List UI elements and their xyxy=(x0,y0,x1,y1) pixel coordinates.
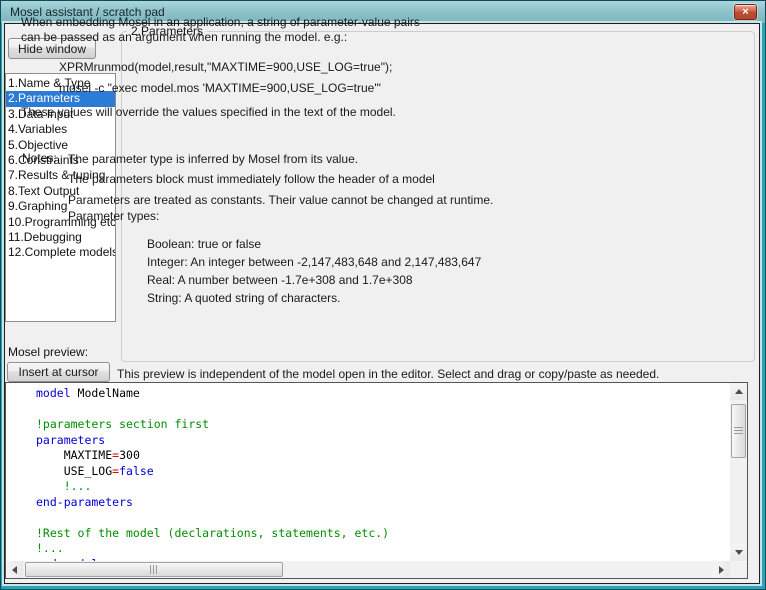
scrollbar-left-button[interactable] xyxy=(6,561,23,578)
parameter-types-list: Boolean: true or falseInteger: An intege… xyxy=(147,235,481,307)
code-token: !parameters section first xyxy=(36,417,209,431)
code-token: !... xyxy=(36,541,64,555)
listbox-item[interactable]: 4.Variables xyxy=(6,122,115,137)
intro-line: can be passed as an argument when runnin… xyxy=(21,30,420,45)
notes-list: The parameter type is inferred by Mosel … xyxy=(68,151,493,224)
scrollbar-down-button[interactable] xyxy=(730,544,747,561)
note-line: The parameters block must immediately fo… xyxy=(68,171,493,187)
mosel-assistant-window: Mosel assistant / scratch pad × Hide win… xyxy=(0,0,766,590)
preview-caption: This preview is independent of the model… xyxy=(117,367,659,381)
code-line xyxy=(36,510,730,526)
type-line: Real: A number between -1.7e+308 and 1.7… xyxy=(147,271,481,289)
scroll-left-icon xyxy=(12,566,17,574)
scroll-right-icon xyxy=(719,566,724,574)
code-line: !... xyxy=(36,479,730,495)
code-token: end-parameters xyxy=(36,495,133,509)
override-note: These values will override the values sp… xyxy=(21,105,396,119)
code-token: parameters xyxy=(36,433,105,447)
horizontal-scrollbar[interactable] xyxy=(6,561,730,578)
close-icon: × xyxy=(742,6,748,18)
note-line: Parameter types: xyxy=(68,208,493,224)
code-token: false xyxy=(119,464,154,478)
code-token: USE_LOG xyxy=(36,464,112,478)
thumb-grip-icon xyxy=(150,565,158,574)
note-line: Parameters are treated as constants. The… xyxy=(68,192,493,208)
type-line: Integer: An integer between -2,147,483,6… xyxy=(147,253,481,271)
horizontal-scroll-thumb[interactable] xyxy=(25,562,283,577)
code-preview-area[interactable]: model ModelName !parameters section first… xyxy=(5,382,748,579)
code-line: parameters xyxy=(36,433,730,449)
code-line: model ModelName xyxy=(36,386,730,402)
listbox-item[interactable]: 11.Debugging xyxy=(6,230,115,245)
scroll-down-icon xyxy=(735,550,743,555)
code-line: !... xyxy=(36,541,730,557)
vertical-scrollbar[interactable] xyxy=(730,383,747,561)
scrollbar-corner xyxy=(730,561,747,578)
scrollbar-up-button[interactable] xyxy=(730,383,747,400)
code-token: !... xyxy=(36,479,91,493)
note-line: The parameter type is inferred by Mosel … xyxy=(68,151,493,167)
listbox-item[interactable]: 12.Complete models xyxy=(6,245,115,260)
thumb-grip-icon xyxy=(734,427,743,435)
code-line: !parameters section first xyxy=(36,417,730,433)
code-line xyxy=(36,402,730,418)
code-token: MAXTIME xyxy=(36,448,112,462)
code-line: end-parameters xyxy=(36,495,730,511)
mosel-preview-label: Mosel preview: xyxy=(8,345,88,359)
intro-line: When embedding Mosel in an application, … xyxy=(21,15,420,30)
code-token: 300 xyxy=(119,448,140,462)
insert-at-cursor-button[interactable]: Insert at cursor xyxy=(7,362,110,382)
code-line: USE_LOG=false xyxy=(36,464,730,480)
scroll-up-icon xyxy=(735,389,743,394)
vertical-scroll-thumb[interactable] xyxy=(731,404,746,458)
code-text[interactable]: model ModelName !parameters section first… xyxy=(6,383,730,561)
code-token: model xyxy=(36,386,71,400)
scrollbar-right-button[interactable] xyxy=(713,561,730,578)
code-line: !Rest of the model (declarations, statem… xyxy=(36,526,730,542)
code-token: !Rest of the model (declarations, statem… xyxy=(36,526,389,540)
example-code-line: XPRMrunmod(model,result,"MAXTIME=900,USE… xyxy=(59,57,392,78)
example-code-line: mosel -c "exec model.mos 'MAXTIME=900,US… xyxy=(59,78,392,99)
notes-label: Notes: xyxy=(22,151,57,165)
code-line: MAXTIME=300 xyxy=(36,448,730,464)
type-line: String: A quoted string of characters. xyxy=(147,289,481,307)
intro-text: When embedding Mosel in an application, … xyxy=(21,15,420,45)
close-button[interactable]: × xyxy=(734,4,757,20)
code-token: ModelName xyxy=(71,386,140,400)
example-code-block: XPRMrunmod(model,result,"MAXTIME=900,USE… xyxy=(59,57,392,99)
type-line: Boolean: true or false xyxy=(147,235,481,253)
